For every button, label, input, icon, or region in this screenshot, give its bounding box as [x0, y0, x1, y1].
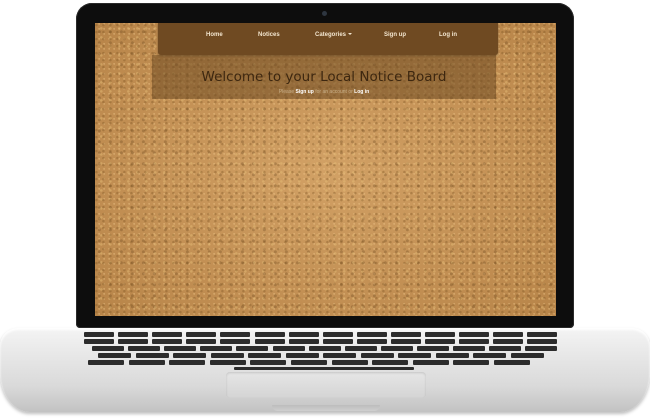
laptop-base: [0, 328, 650, 412]
keyboard-key: [435, 353, 469, 358]
keyboard-key: [272, 346, 305, 351]
keyboard-key: [372, 360, 409, 365]
keyboard-key: [209, 360, 246, 365]
keyboard-key: [493, 339, 524, 344]
keyboard-key: [322, 332, 353, 337]
nav-home[interactable]: Home: [206, 32, 223, 38]
keyboard-key: [380, 346, 413, 351]
welcome-subtitle: Please Sign up for an account or Log in: [152, 89, 496, 95]
keyboard-key: [186, 339, 217, 344]
keyboard-key: [489, 346, 522, 351]
subtitle-middle: for an account or: [315, 89, 353, 95]
keyboard-key: [459, 332, 490, 337]
trackpad: [226, 372, 426, 398]
keyboard-key: [236, 346, 269, 351]
nav-sign-up[interactable]: Sign up: [384, 32, 406, 38]
keyboard-key: [210, 353, 244, 358]
keyboard-key: [473, 353, 506, 358]
keyboard-key: [288, 332, 319, 337]
keyboard-key: [308, 346, 341, 351]
webcam-icon: [322, 11, 327, 16]
chevron-down-icon: [348, 33, 353, 36]
keyboard-key: [84, 339, 114, 344]
nav-log-in[interactable]: Log in: [439, 32, 457, 38]
keyboard-key: [220, 332, 251, 337]
keyboard-key: [390, 339, 421, 344]
browser-viewport: Home Notices Categories Sign up Log in W…: [95, 23, 556, 316]
keyboard-key: [525, 346, 558, 351]
laptop-lid: Home Notices Categories Sign up Log in W…: [76, 3, 574, 328]
keyboard-key: [322, 339, 353, 344]
lid-notch: [272, 405, 380, 411]
keyboard-key: [186, 332, 217, 337]
keyboard-key: [152, 332, 183, 337]
nav-notices[interactable]: Notices: [258, 32, 280, 38]
keyboard-key: [173, 353, 206, 358]
keyboard-key: [92, 346, 124, 351]
keyboard-key: [360, 353, 394, 358]
keyboard-key: [220, 339, 251, 344]
keyboard-key: [254, 332, 285, 337]
signup-link[interactable]: Sign up: [296, 89, 314, 95]
keyboard-key: [412, 360, 449, 365]
keyboard-key: [493, 332, 524, 337]
keyboard-key: [453, 346, 485, 351]
keyboard-key: [152, 339, 183, 344]
page-title: Welcome to your Local Notice Board: [201, 69, 447, 85]
keyboard-key: [200, 346, 233, 351]
keyboard-key: [331, 360, 368, 365]
nav-categories-label: Categories: [315, 32, 347, 38]
keyboard-key: [84, 332, 114, 337]
keyboard-key: [291, 360, 327, 365]
nav-categories-dropdown[interactable]: Categories: [315, 32, 353, 38]
keyboard-key: [425, 332, 455, 337]
keyboard-key: [118, 339, 149, 344]
keyboard-key: [88, 360, 124, 365]
keyboard-key: [254, 339, 285, 344]
keyboard-key: [510, 353, 544, 358]
keyboard-key: [527, 332, 558, 337]
keyboard-key: [98, 353, 131, 358]
subtitle-prefix: Please: [278, 89, 295, 95]
main-navbar: Home Notices Categories Sign up Log in: [158, 23, 498, 55]
keyboard-key: [390, 332, 421, 337]
keyboard-key: [323, 353, 356, 358]
keyboard-key: [459, 339, 490, 344]
keyboard-key: [344, 346, 377, 351]
keyboard-key: [356, 339, 387, 344]
keyboard-key: [285, 353, 319, 358]
keyboard-key: [416, 346, 449, 351]
keyboard-key: [494, 360, 530, 365]
keyboard-key: [356, 332, 387, 337]
keyboard-key: [118, 332, 149, 337]
keyboard-key: [288, 339, 319, 344]
keyboard-key: [169, 360, 206, 365]
keyboard-key: [250, 360, 287, 365]
welcome-banner: Welcome to your Local Notice Board Pleas…: [152, 55, 496, 99]
keyboard-key: [398, 353, 431, 358]
keyboard-key: [128, 360, 165, 365]
keyboard: [84, 332, 566, 370]
keyboard-key: [248, 353, 281, 358]
keyboard-key: [425, 339, 455, 344]
keyboard-key: [527, 339, 558, 344]
keyboard-key: [164, 346, 197, 351]
keyboard-key: [128, 346, 161, 351]
login-link[interactable]: Log in: [354, 89, 369, 95]
spacebar-key: [234, 367, 414, 370]
keyboard-key: [453, 360, 490, 365]
keyboard-key: [135, 353, 169, 358]
laptop-mockup: Home Notices Categories Sign up Log in W…: [0, 0, 650, 420]
